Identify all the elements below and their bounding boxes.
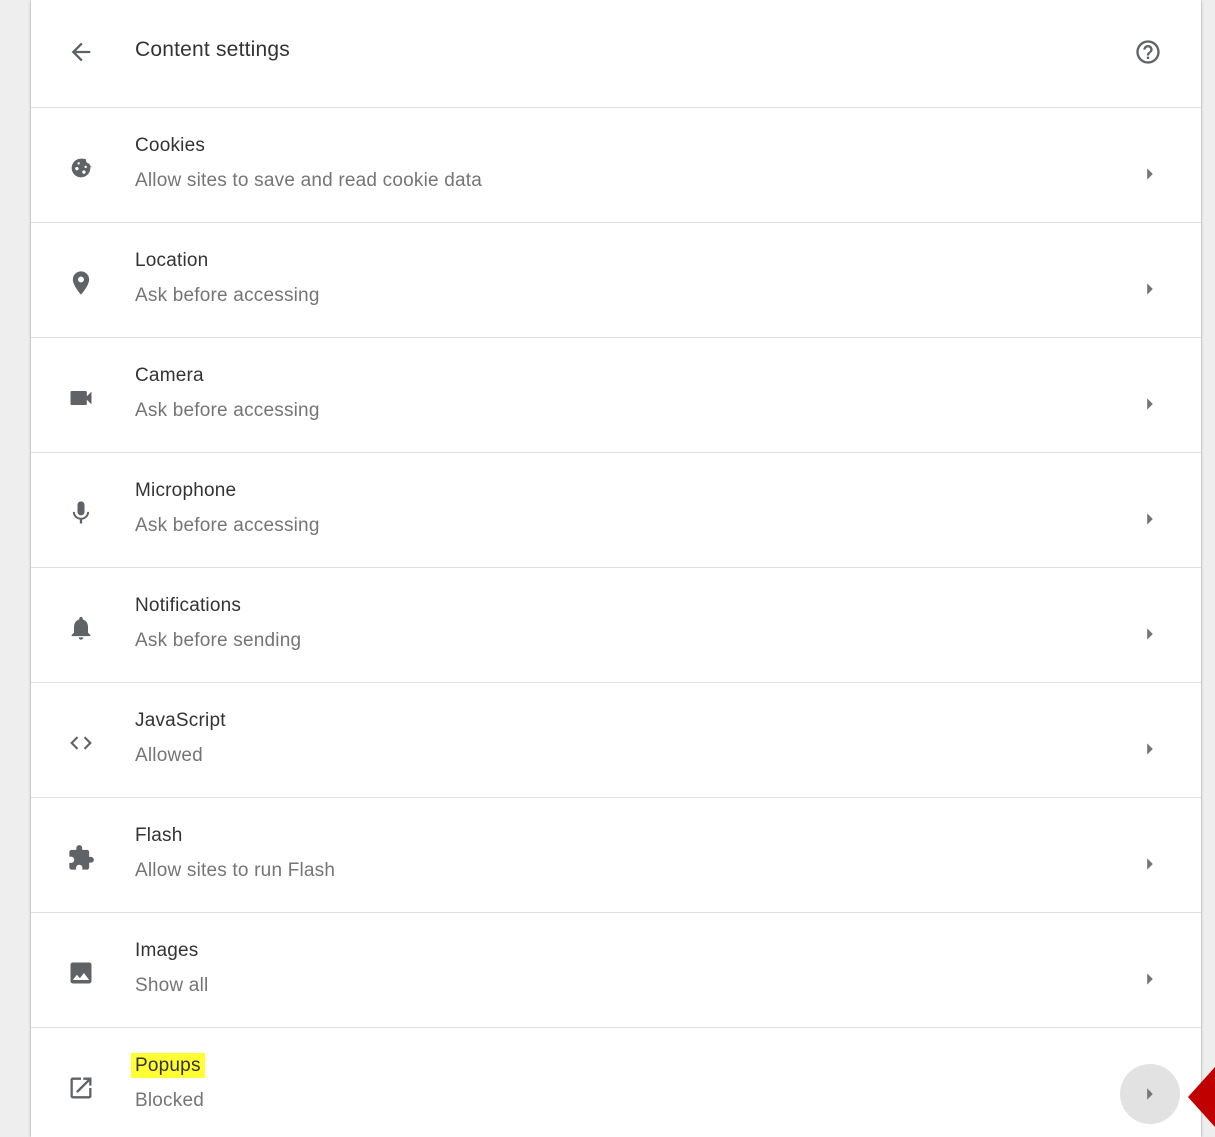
row-arrow-button[interactable] [1120, 1064, 1180, 1124]
row-notifications[interactable]: Notifications Ask before sending [31, 568, 1201, 683]
arrow-right-icon [1147, 513, 1153, 525]
row-title: Location [135, 250, 209, 271]
arrow-right-icon [1147, 628, 1153, 640]
arrow-right-icon [1147, 858, 1153, 870]
camera-icon [67, 384, 95, 412]
cookie-icon [67, 154, 95, 182]
row-location[interactable]: Location Ask before accessing [31, 223, 1201, 338]
arrow-back-icon [71, 42, 91, 62]
bell-icon [67, 614, 95, 642]
help-circle-icon [1136, 40, 1160, 64]
content-settings-card: Content settings Cookies Allow sites to … [31, 0, 1201, 1137]
row-title: Camera [135, 365, 204, 386]
arrow-right-icon [1147, 168, 1153, 180]
row-javascript[interactable]: JavaScript Allowed [31, 683, 1201, 798]
row-subtitle: Ask before accessing [135, 285, 320, 306]
arrow-right-icon [1147, 743, 1153, 755]
row-microphone[interactable]: Microphone Ask before accessing [31, 453, 1201, 568]
row-title: Images [135, 940, 199, 961]
location-pin-icon [67, 269, 95, 297]
open-in-new-icon [67, 1074, 95, 1102]
settings-page: Content settings Cookies Allow sites to … [0, 0, 1215, 1137]
row-subtitle: Blocked [135, 1090, 204, 1111]
back-button[interactable] [63, 34, 99, 70]
microphone-icon [67, 499, 95, 527]
row-subtitle: Ask before accessing [135, 515, 320, 536]
image-icon [67, 959, 95, 987]
row-subtitle: Ask before accessing [135, 400, 320, 421]
row-title: Flash [135, 825, 183, 846]
row-title: Notifications [135, 595, 242, 616]
puzzle-icon [67, 844, 95, 872]
row-popups[interactable]: Popups Blocked [31, 1028, 1201, 1137]
arrow-right-icon [1147, 973, 1153, 985]
row-title: JavaScript [135, 710, 226, 731]
row-title: Popups [131, 1053, 205, 1078]
arrow-right-icon [1147, 283, 1153, 295]
row-arrow-button[interactable] [1120, 604, 1180, 664]
row-subtitle: Allow sites to run Flash [135, 860, 336, 881]
header: Content settings [31, 0, 1201, 108]
row-cookies[interactable]: Cookies Allow sites to save and read coo… [31, 108, 1201, 223]
arrow-right-icon [1147, 398, 1153, 410]
arrow-right-icon [1147, 1088, 1153, 1100]
row-title: Microphone [135, 480, 237, 501]
row-arrow-button[interactable] [1120, 834, 1180, 894]
row-camera[interactable]: Camera Ask before accessing [31, 338, 1201, 453]
row-subtitle: Ask before sending [135, 630, 302, 651]
row-subtitle: Show all [135, 975, 209, 996]
row-flash[interactable]: Flash Allow sites to run Flash [31, 798, 1201, 913]
row-title: Cookies [135, 135, 206, 156]
row-arrow-button[interactable] [1120, 719, 1180, 779]
row-arrow-button[interactable] [1120, 259, 1180, 319]
help-button[interactable] [1131, 35, 1165, 69]
row-subtitle: Allow sites to save and read cookie data [135, 170, 483, 191]
row-arrow-button[interactable] [1120, 144, 1180, 204]
page-title: Content settings [135, 38, 290, 61]
code-icon [67, 729, 95, 757]
row-arrow-button[interactable] [1120, 374, 1180, 434]
row-images[interactable]: Images Show all [31, 913, 1201, 1028]
row-arrow-button[interactable] [1120, 949, 1180, 1009]
annotation-arrow-icon [1188, 1067, 1215, 1127]
row-arrow-button[interactable] [1120, 489, 1180, 549]
row-subtitle: Allowed [135, 745, 203, 766]
highlighted-label: Popups [131, 1053, 205, 1078]
